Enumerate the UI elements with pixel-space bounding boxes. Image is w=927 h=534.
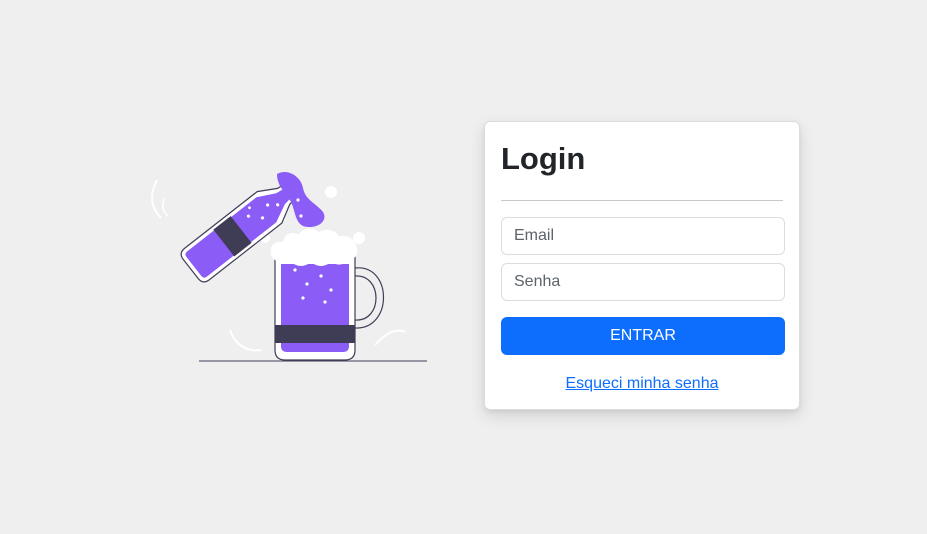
beer-pouring-icon — [135, 160, 435, 370]
page-title: Login — [501, 141, 586, 176]
forgot-password-link[interactable]: Esqueci minha senha — [501, 375, 783, 393]
login-button[interactable]: ENTRAR — [501, 317, 785, 355]
login-page: Login ENTRAR Esqueci minha senha — [0, 0, 927, 534]
login-card: Login ENTRAR Esqueci minha senha — [484, 121, 800, 410]
email-field[interactable] — [501, 217, 785, 255]
password-field[interactable] — [501, 263, 785, 301]
divider — [501, 200, 783, 201]
